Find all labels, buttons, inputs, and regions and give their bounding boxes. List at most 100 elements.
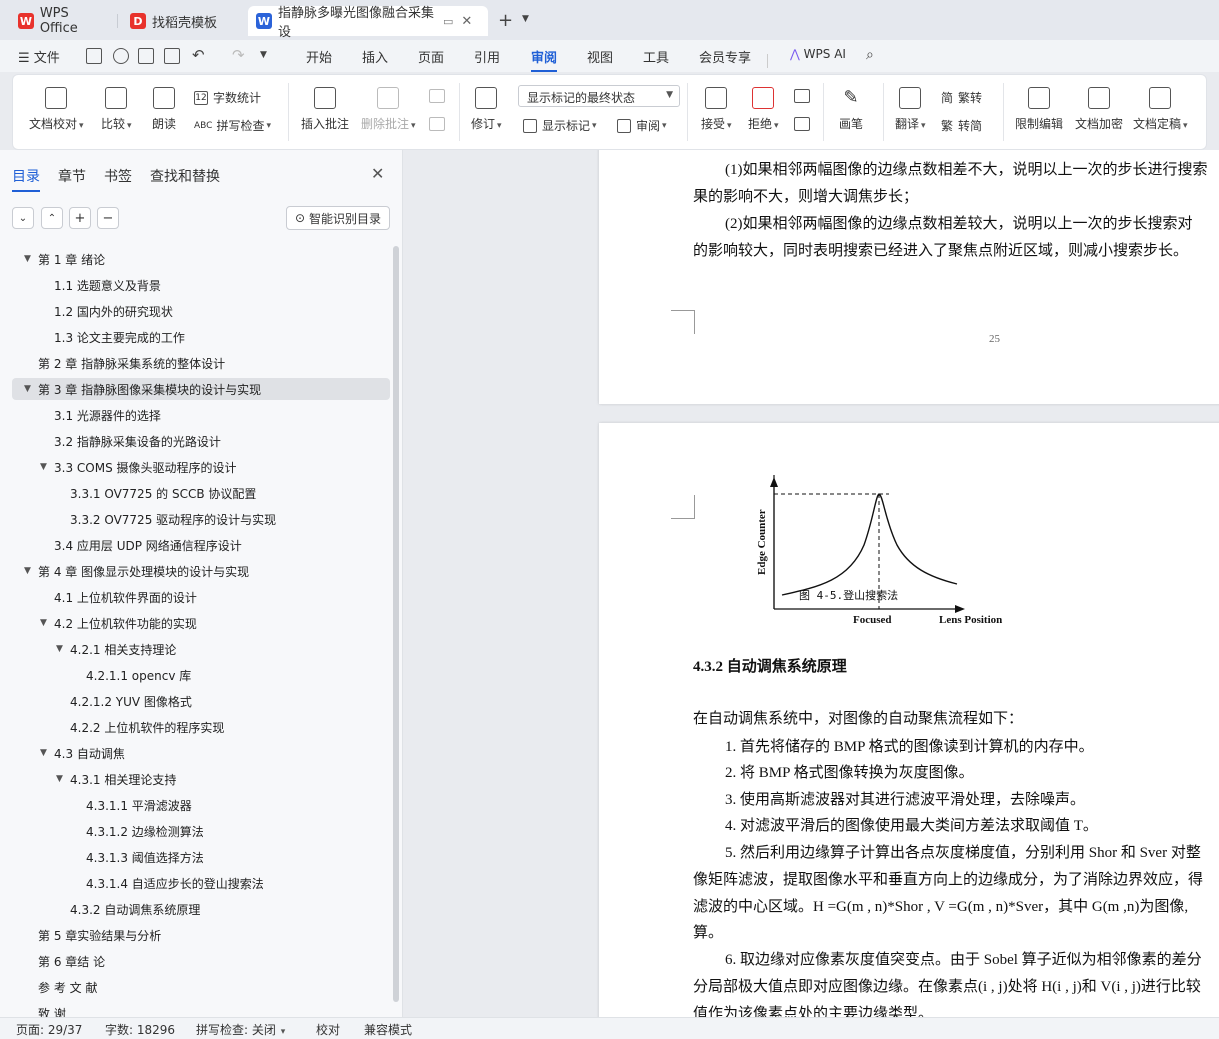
to-simplified-button[interactable]: 繁转简 — [941, 117, 982, 134]
file-menu[interactable]: ☰ 文件 — [18, 47, 60, 66]
close-icon[interactable]: ✕ — [371, 164, 384, 183]
redo-icon[interactable]: ↷ — [232, 46, 245, 64]
expand-button[interactable]: ⌃ — [41, 207, 63, 229]
toc-item[interactable]: ▼ 4.2 上位机软件功能的实现 — [12, 612, 390, 634]
markup-state-select[interactable]: 显示标记的最终状态 ▼ — [518, 85, 680, 107]
encrypt-button[interactable]: 文档加密 — [1075, 87, 1123, 132]
menu-review[interactable]: 审阅 — [531, 47, 558, 72]
accept-button[interactable]: 接受 ▾ — [701, 87, 732, 132]
toc-item[interactable]: 1.2 国内外的研究现状 — [12, 300, 390, 322]
print-preview-icon[interactable] — [164, 48, 180, 64]
remove-heading-button[interactable]: − — [97, 207, 119, 229]
toc-item[interactable]: 参 考 文 献 — [12, 976, 390, 998]
tab-template[interactable]: D 找稻壳模板 — [122, 6, 244, 36]
spell-check-button[interactable]: ABC 拼写检查 ▾ — [194, 117, 271, 134]
expand-triangle-icon[interactable]: ▼ — [40, 462, 52, 472]
read-aloud-button[interactable]: 朗读 — [152, 87, 176, 132]
toc-item[interactable]: 3.4 应用层 UDP 网络通信程序设计 — [12, 534, 390, 556]
doc-check-button[interactable]: 文档校对 ▾ — [29, 87, 84, 132]
add-heading-button[interactable]: + — [69, 207, 91, 229]
delete-comment-button[interactable]: 删除批注 ▾ — [361, 87, 416, 132]
proof-button[interactable]: 校对 — [316, 1021, 340, 1038]
toc-item[interactable]: ▼ 第 3 章 指静脉图像采集模块的设计与实现 — [12, 378, 390, 400]
toc-item[interactable]: ▼ 3.3 COMS 摄像头驱动程序的设计 — [12, 456, 390, 478]
undo-icon[interactable]: ↶ — [192, 46, 205, 64]
expand-triangle-icon[interactable]: ▼ — [24, 566, 36, 576]
tab-document[interactable]: W 指静脉多曝光图像融合采集设 ▭ ✕ — [248, 6, 488, 40]
search-icon[interactable]: ⌕ — [866, 47, 874, 63]
expand-triangle-icon[interactable]: ▼ — [40, 748, 52, 758]
toc-item[interactable]: 4.3.1.3 阈值选择方法 — [12, 846, 390, 868]
smart-toc-button[interactable]: ⊙ 智能识别目录 — [286, 206, 390, 230]
chevron-down-icon[interactable]: ▼ — [522, 14, 529, 24]
toc-item[interactable]: 4.2.1.1 opencv 库 — [12, 664, 390, 686]
prev-comment-icon[interactable] — [429, 89, 445, 103]
share-icon[interactable] — [113, 48, 129, 64]
toc-item[interactable]: ▼ 第 1 章 绪论 — [12, 248, 390, 270]
menu-tools[interactable]: 工具 — [643, 47, 669, 66]
menu-view[interactable]: 视图 — [587, 47, 613, 66]
toc-item[interactable]: 第 2 章 指静脉采集系统的整体设计 — [12, 352, 390, 374]
toc-item[interactable]: 4.3.2 自动调焦系统原理 — [12, 898, 390, 920]
toc-item[interactable]: 3.2 指静脉采集设备的光路设计 — [12, 430, 390, 452]
reject-button[interactable]: 拒绝 ▾ — [748, 87, 779, 132]
wps-ai-button[interactable]: ⋀ WPS AI — [790, 47, 846, 61]
show-markup-button[interactable]: 显示标记 ▾ — [523, 117, 597, 134]
toc-item[interactable]: 1.1 选题意义及背景 — [12, 274, 390, 296]
to-traditional-button[interactable]: 简繁转 — [941, 89, 982, 106]
toc-item[interactable]: ▼ 4.3.1 相关理论支持 — [12, 768, 390, 790]
nav-tab-toc[interactable]: 目录 — [12, 166, 40, 192]
toc-item[interactable]: ▼ 第 4 章 图像显示处理模块的设计与实现 — [12, 560, 390, 582]
nav-scrollbar[interactable] — [393, 246, 399, 1002]
expand-triangle-icon[interactable]: ▼ — [24, 384, 36, 394]
finalize-button[interactable]: 文档定稿 ▾ — [1133, 87, 1188, 132]
toc-item[interactable]: 1.3 论文主要完成的工作 — [12, 326, 390, 348]
toc-item[interactable]: ▼ 4.3 自动调焦 — [12, 742, 390, 764]
spell-check-status[interactable]: 拼写检查: 关闭 ▾ — [196, 1021, 285, 1038]
toc-item[interactable]: 3.3.1 OV7725 的 SCCB 协议配置 — [12, 482, 390, 504]
toc-item[interactable]: 第 5 章实验结果与分析 — [12, 924, 390, 946]
word-count-button[interactable]: 12 字数统计 — [194, 89, 261, 106]
compare-button[interactable]: 比较 ▾ — [101, 87, 132, 132]
print-icon[interactable] — [138, 48, 154, 64]
menu-insert[interactable]: 插入 — [362, 47, 388, 66]
word-count[interactable]: 字数: 18296 — [105, 1021, 175, 1038]
collapse-button[interactable]: ⌄ — [12, 207, 34, 229]
restrict-edit-button[interactable]: 限制编辑 — [1015, 87, 1063, 132]
expand-triangle-icon[interactable]: ▼ — [40, 618, 52, 628]
menu-member[interactable]: 会员专享 — [699, 47, 751, 66]
toc-item[interactable]: 3.1 光源器件的选择 — [12, 404, 390, 426]
toc-item[interactable]: 4.2.1.2 YUV 图像格式 — [12, 690, 390, 712]
menu-page[interactable]: 页面 — [418, 47, 444, 66]
pen-button[interactable]: ✎ 画笔 — [839, 87, 863, 132]
expand-triangle-icon[interactable]: ▼ — [56, 644, 68, 654]
toc-item[interactable]: 3.3.2 OV7725 驱动程序的设计与实现 — [12, 508, 390, 530]
expand-triangle-icon[interactable]: ▼ — [56, 774, 68, 784]
toc-item[interactable]: 4.3.1.2 边缘检测算法 — [12, 820, 390, 842]
toc-item[interactable]: 4.2.2 上位机软件的程序实现 — [12, 716, 390, 738]
toc-item[interactable]: 第 6 章结 论 — [12, 950, 390, 972]
nav-tab-find-replace[interactable]: 查找和替换 — [150, 166, 220, 186]
revise-button[interactable]: 修订 ▾ — [471, 87, 502, 132]
close-icon[interactable]: ✕ — [461, 14, 472, 29]
translate-button[interactable]: 翻译 ▾ — [895, 87, 926, 132]
nav-tab-bookmarks[interactable]: 书签 — [104, 166, 132, 186]
insert-comment-button[interactable]: 插入批注 — [301, 87, 349, 132]
next-comment-icon[interactable] — [429, 117, 445, 131]
nav-tab-chapters[interactable]: 章节 — [58, 166, 86, 186]
toc-item[interactable]: 4.1 上位机软件界面的设计 — [12, 586, 390, 608]
review-pane-button[interactable]: 审阅 ▾ — [617, 117, 667, 134]
save-icon[interactable] — [86, 48, 102, 64]
toc-item[interactable]: 4.3.1.4 自适应步长的登山搜索法 — [12, 872, 390, 894]
new-tab-icon[interactable]: + — [498, 10, 513, 31]
prev-change-icon[interactable] — [794, 89, 810, 103]
tab-wps-office[interactable]: W WPS Office — [10, 6, 118, 36]
expand-triangle-icon[interactable]: ▼ — [24, 254, 36, 264]
toc-item[interactable]: 4.3.1.1 平滑滤波器 — [12, 794, 390, 816]
page-indicator[interactable]: 页面: 29/37 — [16, 1021, 82, 1038]
quick-more-icon[interactable]: ▼ — [260, 50, 267, 60]
menu-start[interactable]: 开始 — [306, 47, 332, 66]
toc-item[interactable]: ▼ 4.2.1 相关支持理论 — [12, 638, 390, 660]
next-change-icon[interactable] — [794, 117, 810, 131]
menu-reference[interactable]: 引用 — [474, 47, 500, 66]
